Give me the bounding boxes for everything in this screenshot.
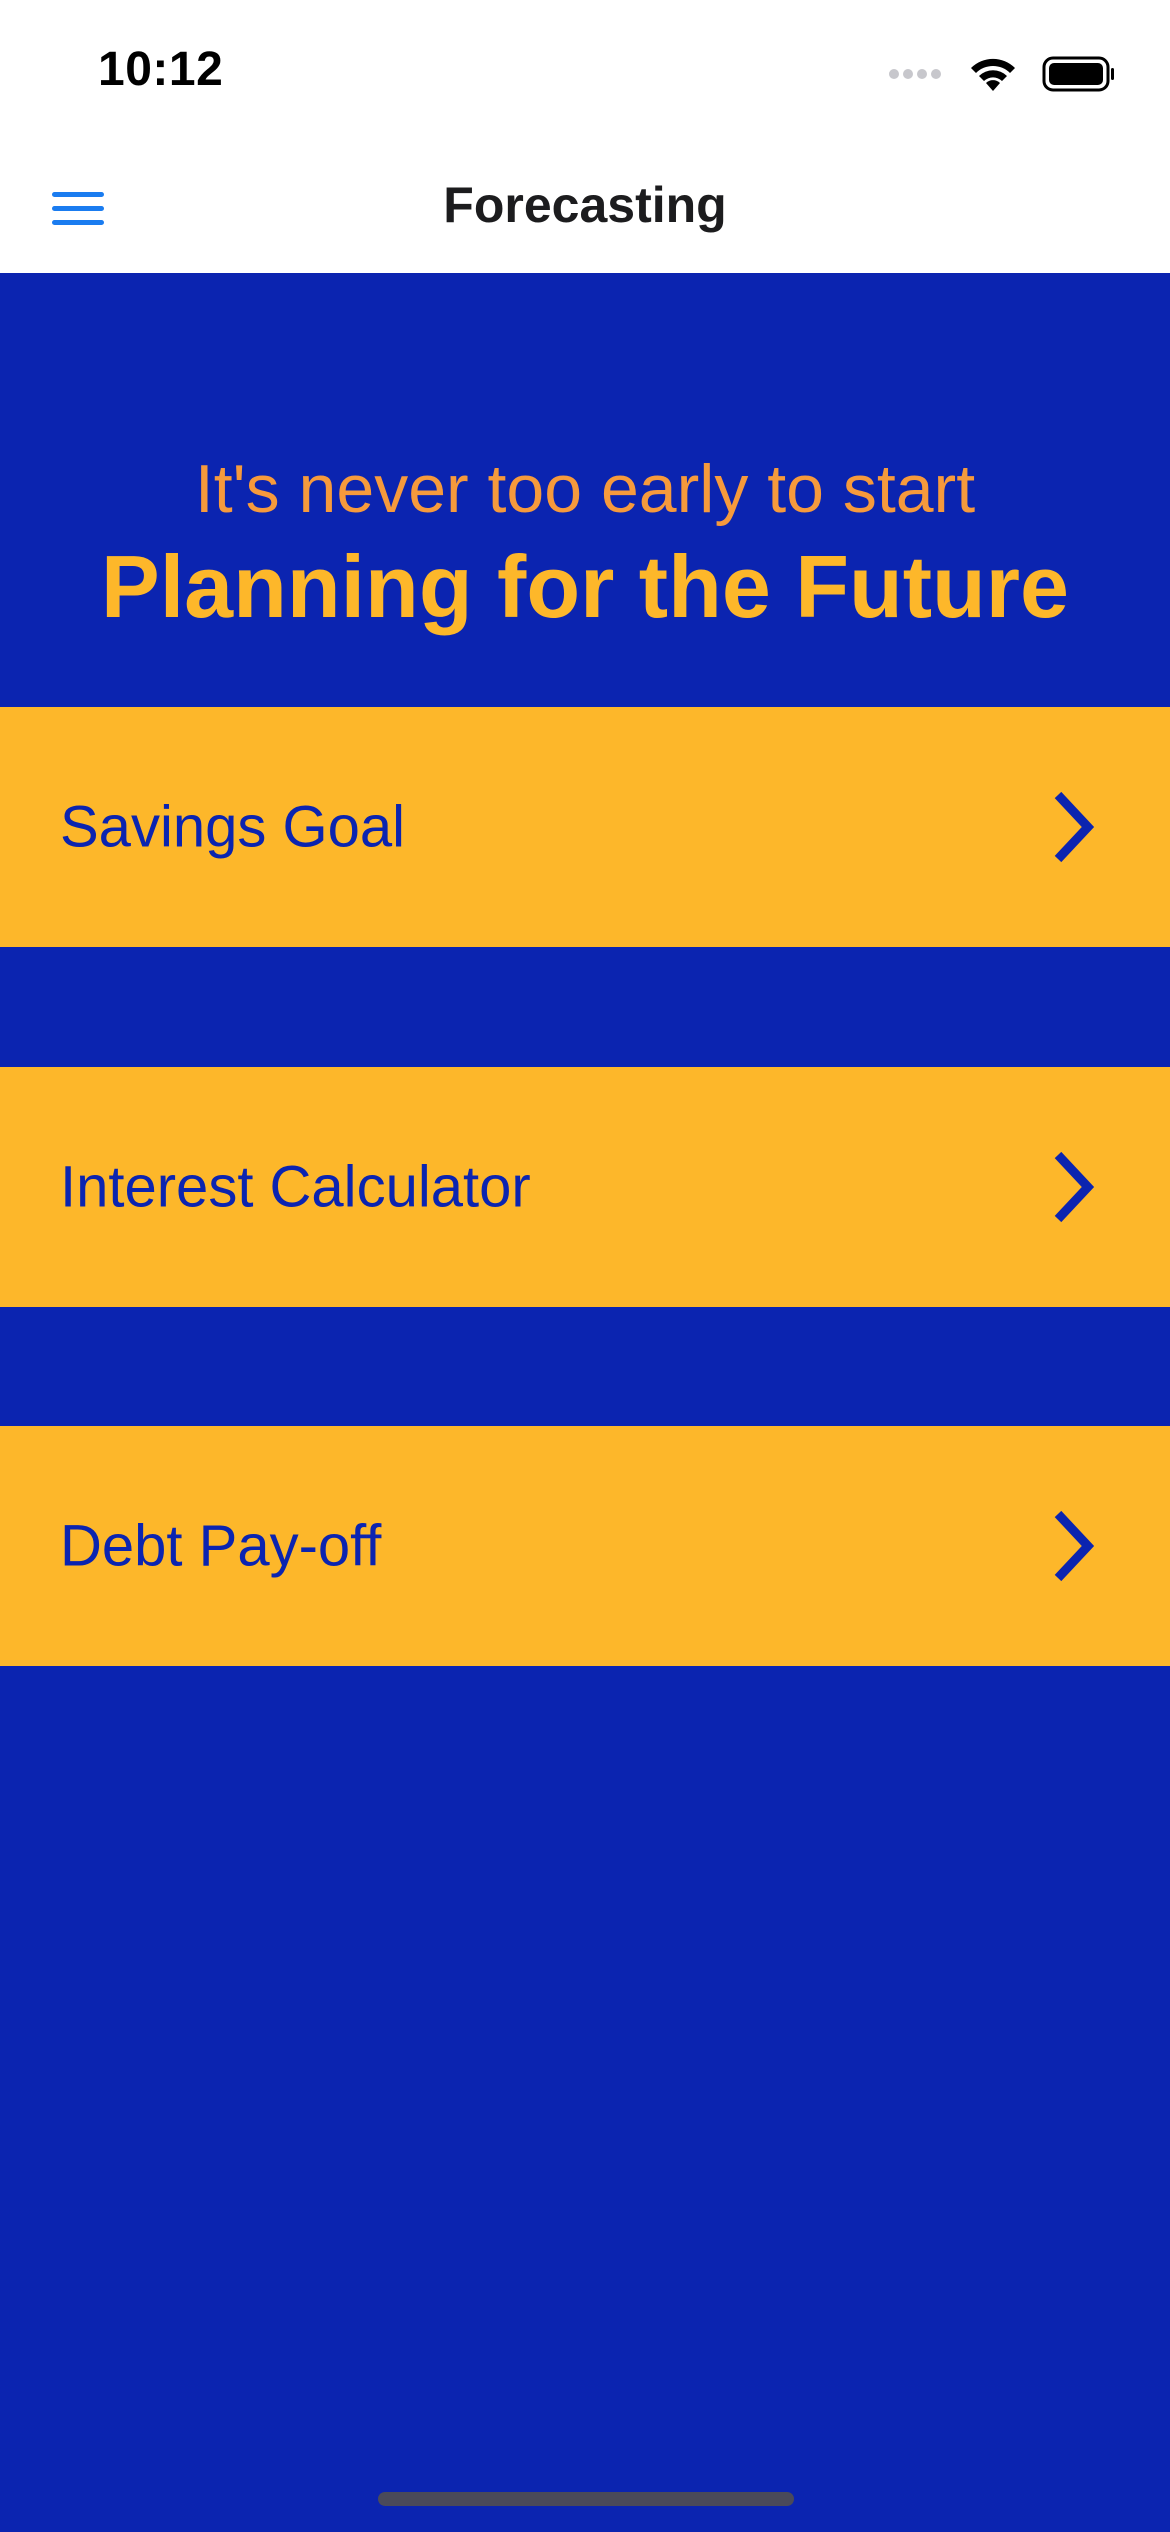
chevron-right-icon	[1054, 791, 1094, 863]
interest-calculator-label: Interest Calculator	[60, 1154, 531, 1220]
forecasting-screen: 10:12 Forecasting It's never too early t…	[0, 0, 1170, 2532]
navigation-bar: Forecasting	[0, 140, 1170, 273]
hero-title: Planning for the Future	[101, 537, 1069, 636]
status-icons	[888, 54, 1118, 94]
hero-banner: It's never too early to start Planning f…	[0, 273, 1170, 707]
status-bar: 10:12	[0, 0, 1170, 140]
status-time: 10:12	[98, 43, 224, 96]
savings-goal-label: Savings Goal	[60, 794, 405, 860]
cellular-signal-icon	[889, 69, 941, 79]
home-indicator[interactable]	[378, 2492, 794, 2506]
debt-payoff-label: Debt Pay-off	[60, 1513, 382, 1579]
interest-calculator-row[interactable]: Interest Calculator	[0, 1067, 1170, 1307]
debt-payoff-row[interactable]: Debt Pay-off	[0, 1426, 1170, 1666]
battery-icon	[1042, 56, 1114, 92]
chevron-right-icon	[1054, 1510, 1094, 1582]
savings-goal-row[interactable]: Savings Goal	[0, 707, 1170, 947]
page-title: Forecasting	[443, 177, 727, 233]
hero-subtitle: It's never too early to start	[194, 451, 976, 527]
chevron-right-icon	[1054, 1151, 1094, 1223]
wifi-icon	[971, 58, 1015, 91]
